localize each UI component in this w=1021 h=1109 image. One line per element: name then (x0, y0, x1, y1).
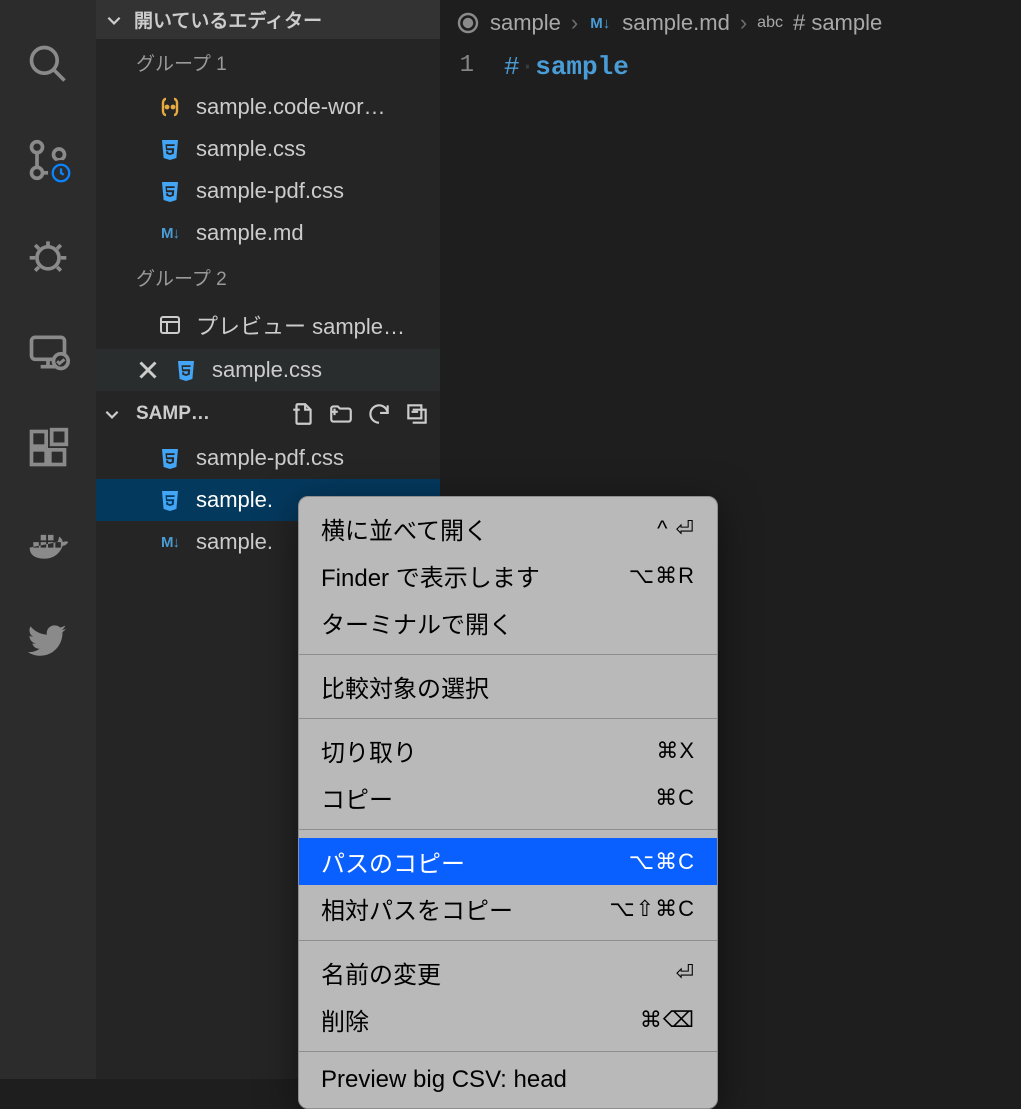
clock-badge-icon (48, 160, 74, 186)
activity-bar (0, 0, 96, 1079)
menu-item-shortcut: ⏎ (676, 960, 695, 986)
menu-item-shortcut: ^ ⏎ (657, 516, 695, 542)
menu-item[interactable]: 削除 ⌘⌫ (299, 996, 717, 1043)
docker-icon[interactable] (24, 520, 72, 568)
abc-icon: abc (757, 14, 783, 32)
code-area[interactable]: 1 # · sample (440, 46, 1021, 82)
open-editor-item[interactable]: sample.code-wor… (96, 86, 440, 128)
css-icon (174, 358, 198, 382)
new-folder-icon[interactable] (324, 397, 358, 431)
token-hash: # (504, 52, 520, 82)
menu-item[interactable]: パスのコピー ⌥⌘C (299, 838, 717, 885)
chevron-down-icon (102, 404, 122, 424)
menu-separator (299, 718, 717, 719)
source-control-icon[interactable] (24, 136, 72, 184)
file-label: sample.code-wor… (196, 94, 386, 120)
file-label: sample. (196, 487, 273, 513)
open-editor-item[interactable]: プレビュー sample… (96, 301, 440, 349)
context-menu: 横に並べて開く ^ ⏎ Finder で表示します ⌥⌘R ターミナルで開く比較対象の選… (298, 496, 718, 1109)
menu-item-label: 名前の変更 (321, 955, 441, 990)
group-2-label: グループ 2 (96, 254, 440, 301)
menu-item-shortcut: ⌥⌘C (629, 849, 695, 875)
preview-icon (158, 313, 182, 337)
chevron-down-icon (104, 10, 124, 30)
menu-item-label: Preview big CSV: head (321, 1066, 567, 1094)
menu-item[interactable]: 名前の変更 ⏎ (299, 949, 717, 996)
menu-item-label: 比較対象の選択 (321, 669, 489, 704)
remote-explorer-icon[interactable] (24, 328, 72, 376)
css-icon (158, 446, 182, 470)
chevron-right-icon: › (740, 10, 747, 36)
breadcrumb[interactable]: sample › M↓ sample.md › abc # sample (440, 0, 1021, 46)
explorer-item[interactable]: sample-pdf.css (96, 437, 440, 479)
close-icon[interactable] (136, 358, 160, 382)
menu-separator (299, 1051, 717, 1052)
markdown-icon: M↓ (158, 221, 182, 245)
menu-separator (299, 654, 717, 655)
refresh-icon[interactable] (362, 397, 396, 431)
css-icon (158, 488, 182, 512)
folder-header[interactable]: SAMP… (96, 391, 440, 437)
menu-item-label: 相対パスをコピー (321, 891, 513, 926)
menu-item[interactable]: 切り取り ⌘X (299, 727, 717, 774)
collapse-all-icon[interactable] (400, 397, 434, 431)
token-title: sample (535, 52, 629, 82)
open-editors-header[interactable]: 開いているエディター (96, 0, 440, 39)
menu-item[interactable]: ターミナルで開く (299, 599, 717, 646)
folder-name: SAMP… (136, 403, 210, 425)
menu-item-label: Finder で表示します (321, 558, 540, 593)
menu-separator (299, 940, 717, 941)
file-label: sample-pdf.css (196, 178, 344, 204)
menu-item-label: 切り取り (321, 733, 417, 768)
line-number: 1 (440, 52, 504, 82)
menu-item[interactable]: Preview big CSV: head (299, 1060, 717, 1100)
file-label: sample. (196, 529, 273, 555)
menu-separator (299, 829, 717, 830)
menu-item-label: パスのコピー (321, 844, 465, 879)
file-label: sample-pdf.css (196, 445, 344, 471)
menu-item[interactable]: 比較対象の選択 (299, 663, 717, 710)
token-whitespace: · (520, 52, 536, 82)
twitter-icon[interactable] (24, 616, 72, 664)
menu-item-shortcut: ⌥⇧⌘C (609, 896, 695, 922)
new-file-icon[interactable] (286, 397, 320, 431)
chevron-right-icon: › (571, 10, 578, 36)
menu-item-label: 削除 (321, 1002, 369, 1037)
menu-item[interactable]: 横に並べて開く ^ ⏎ (299, 505, 717, 552)
extensions-icon[interactable] (24, 424, 72, 472)
menu-item-label: 横に並べて開く (321, 511, 488, 546)
breadcrumb-file[interactable]: sample.md (622, 10, 730, 36)
breadcrumb-circle-icon (456, 11, 480, 35)
file-label: sample.md (196, 220, 304, 246)
css-icon (158, 137, 182, 161)
file-label: プレビュー sample… (196, 309, 405, 341)
open-editor-item[interactable]: M↓ sample.md (96, 212, 440, 254)
search-icon[interactable] (24, 40, 72, 88)
workspace-icon (158, 95, 182, 119)
menu-item-label: ターミナルで開く (321, 605, 513, 640)
debug-icon[interactable] (24, 232, 72, 280)
group-1-label: グループ 1 (96, 39, 440, 86)
markdown-icon: M↓ (588, 11, 612, 35)
code-line[interactable]: # · sample (504, 52, 629, 82)
menu-item-shortcut: ⌘⌫ (640, 1007, 695, 1033)
file-label: sample.css (196, 136, 306, 162)
breadcrumb-symbol[interactable]: # sample (793, 10, 882, 36)
menu-item[interactable]: コピー ⌘C (299, 774, 717, 821)
markdown-icon: M↓ (158, 530, 182, 554)
menu-item-label: コピー (321, 780, 393, 815)
open-editor-item[interactable]: sample.css (96, 128, 440, 170)
menu-item-shortcut: ⌘C (655, 785, 695, 811)
open-editor-item[interactable]: sample.css (96, 349, 440, 391)
css-icon (158, 179, 182, 203)
open-editor-item[interactable]: sample-pdf.css (96, 170, 440, 212)
menu-item[interactable]: 相対パスをコピー ⌥⇧⌘C (299, 885, 717, 932)
menu-item-shortcut: ⌘X (656, 738, 695, 764)
menu-item[interactable]: Finder で表示します ⌥⌘R (299, 552, 717, 599)
open-editors-title: 開いているエディター (134, 6, 322, 33)
menu-item-shortcut: ⌥⌘R (629, 563, 695, 589)
file-label: sample.css (212, 357, 322, 383)
breadcrumb-folder[interactable]: sample (490, 10, 561, 36)
